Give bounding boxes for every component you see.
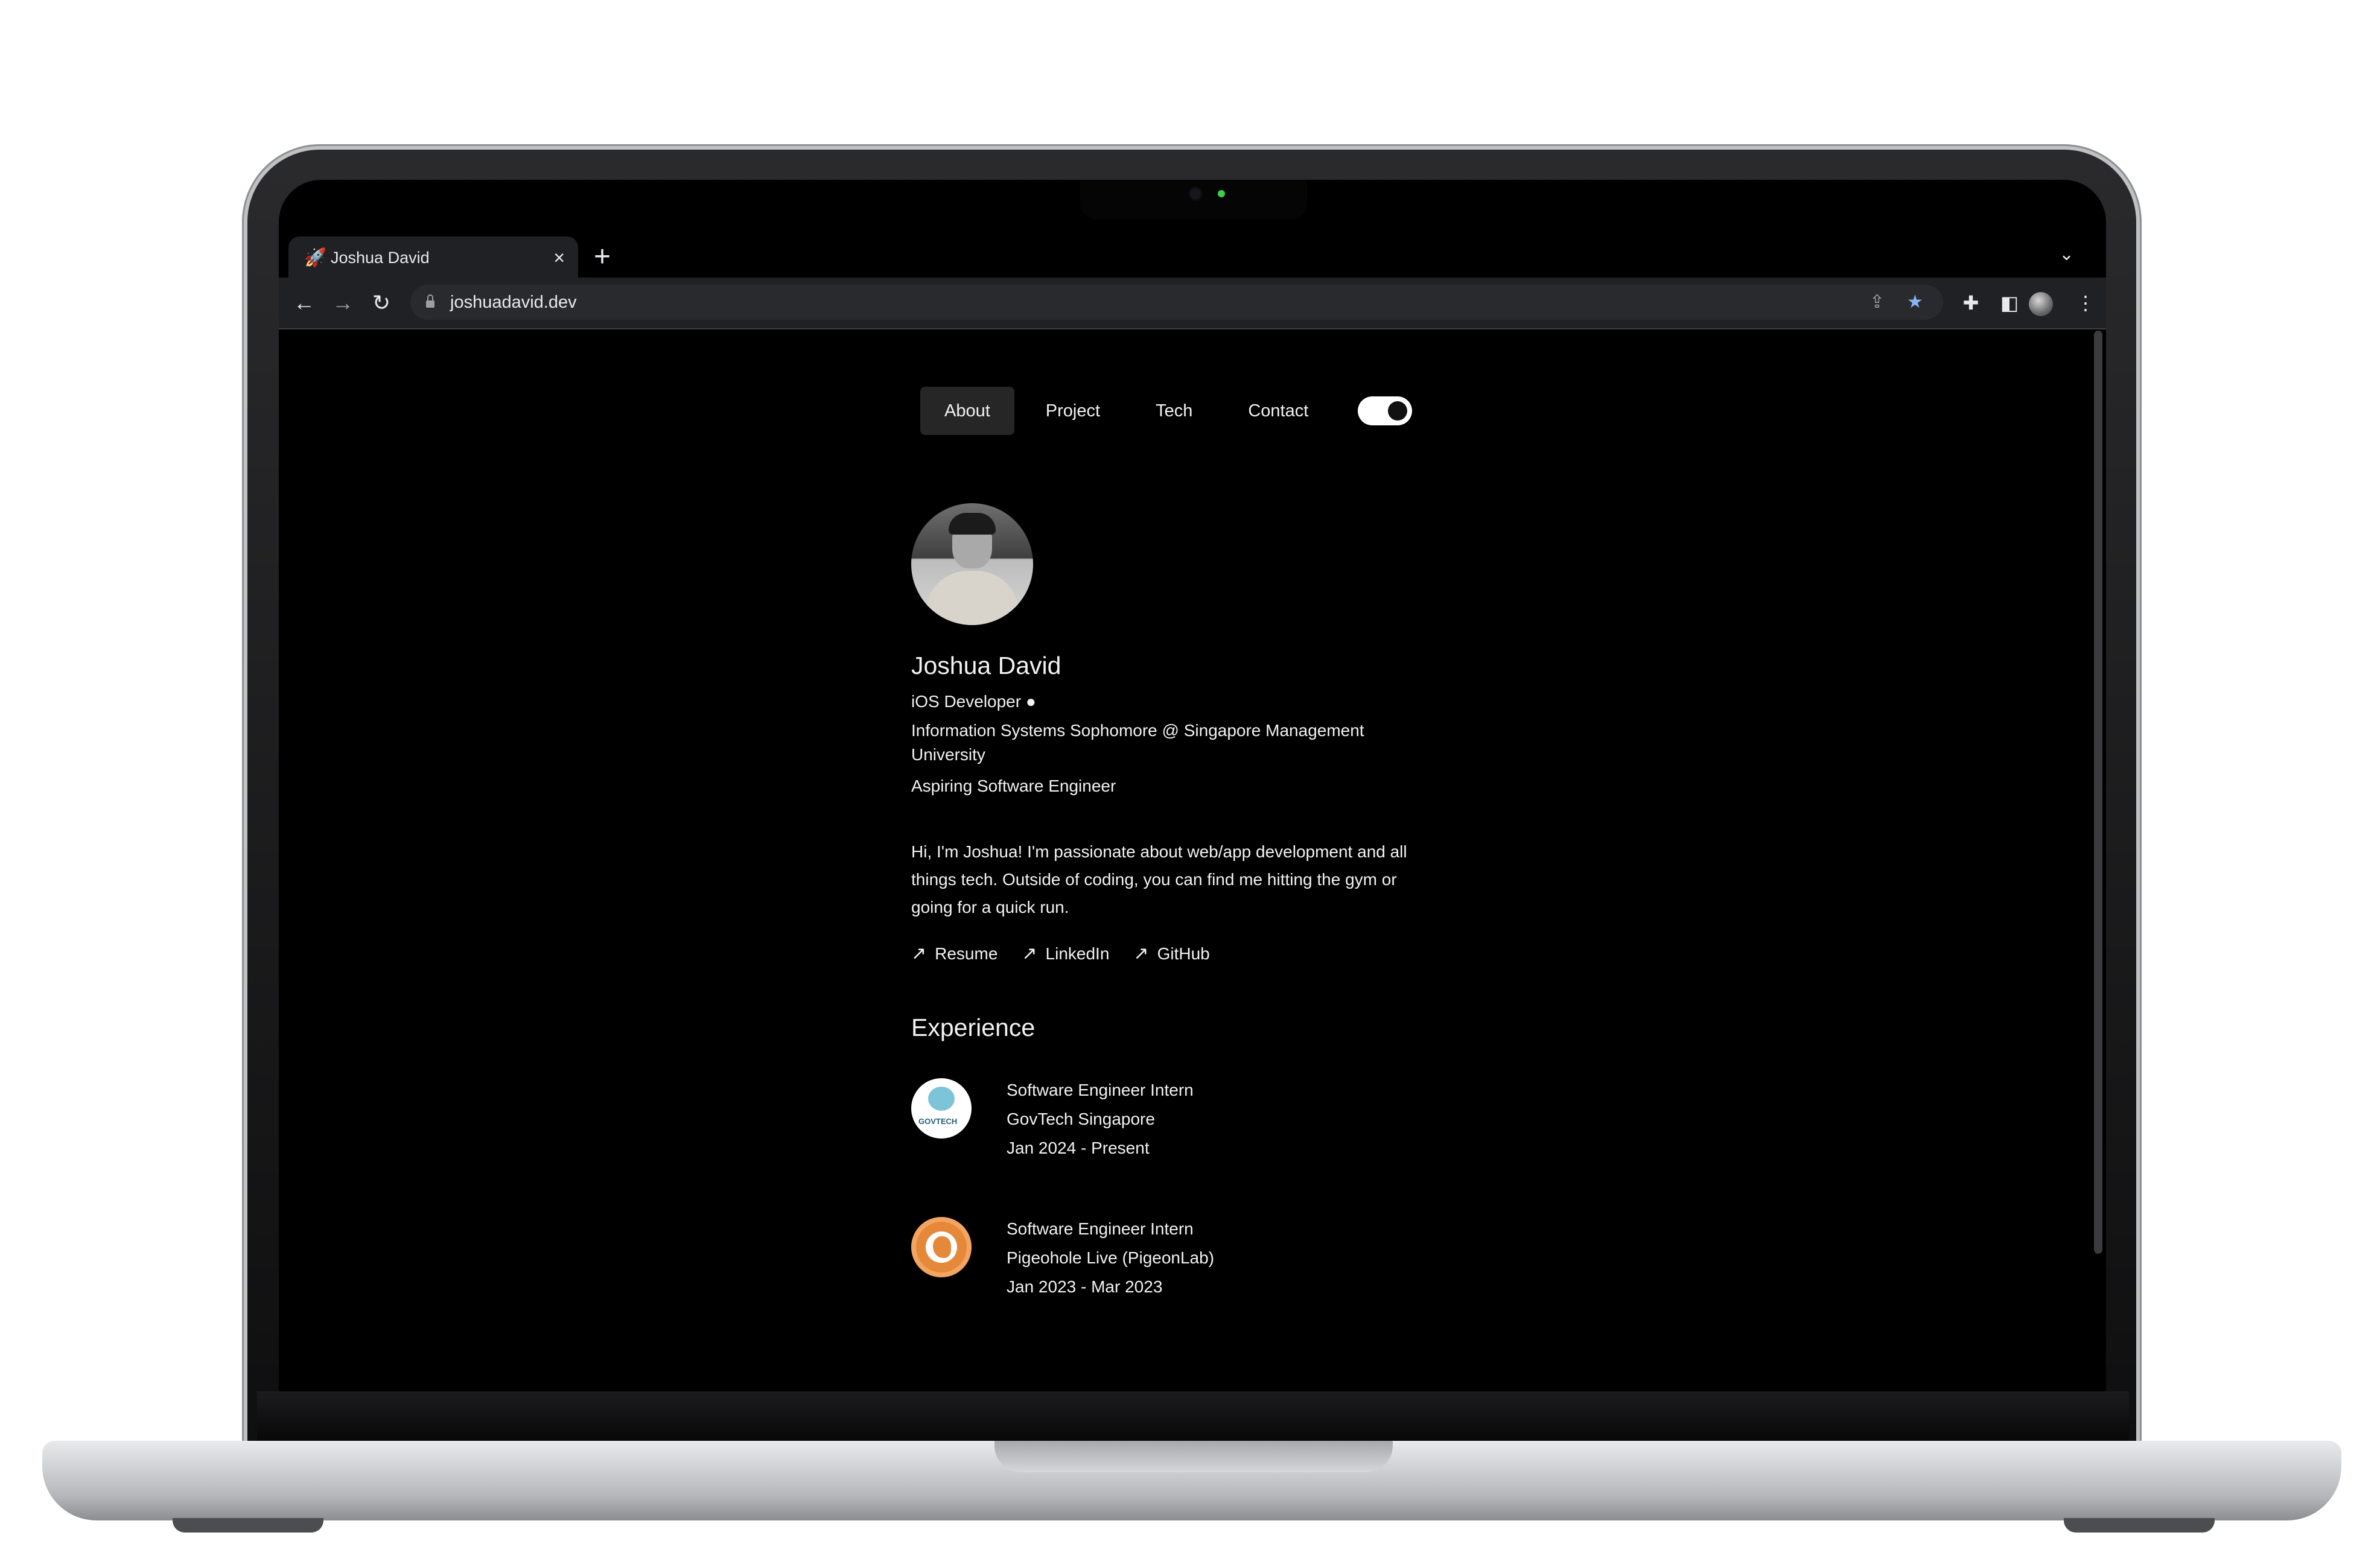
resume-link[interactable]: ↗ Resume	[911, 943, 998, 964]
screen-bottom-bezel	[257, 1391, 2129, 1442]
camera-notch	[1080, 180, 1307, 220]
nav-about[interactable]: About	[920, 387, 1014, 435]
profile-role-text: iOS Developer	[911, 692, 1026, 711]
github-link-label: GitHub	[1157, 944, 1210, 963]
theme-toggle[interactable]	[1358, 396, 1413, 425]
apple-icon: ●	[1025, 692, 1036, 711]
job-dates: Jan 2024 - Present	[1007, 1139, 1150, 1157]
forward-icon[interactable]: →	[326, 286, 360, 320]
arrow-up-right-icon: ↗	[1133, 944, 1149, 964]
tab-title: Joshua David	[331, 248, 430, 267]
bookmark-star-icon[interactable]: ★	[1907, 285, 1923, 320]
linkedin-link-label: LinkedIn	[1045, 944, 1110, 963]
nav-contact[interactable]: Contact	[1224, 387, 1332, 435]
lock-icon	[426, 294, 434, 308]
experience-heading: Experience	[911, 1014, 1036, 1041]
linkedin-link[interactable]: ↗ LinkedIn	[1022, 943, 1109, 964]
rocket-favicon-icon: 🚀	[304, 247, 327, 268]
nav-project[interactable]: Project	[1022, 387, 1124, 435]
profile-education: Information Systems Sophomore @ Singapor…	[911, 721, 1364, 764]
job-role: Software Engineer Intern	[1007, 1081, 1194, 1099]
laptop-opening-lip	[994, 1441, 1393, 1472]
about-section: Joshua David iOS Developer ● Information…	[911, 503, 1442, 1301]
experience-item: GOVTECH Software Engineer Intern GovTech…	[911, 1076, 1442, 1163]
job-company: GovTech Singapore	[1007, 1110, 1155, 1128]
share-icon[interactable]: ⇪	[1869, 285, 1885, 320]
camera-lens	[1190, 188, 1201, 199]
site-nav: About Project Tech Contact	[920, 387, 1413, 435]
close-tab-icon[interactable]: ×	[553, 247, 565, 269]
job-company: Pigeohole Live (PigeonLab)	[1007, 1248, 1215, 1267]
laptop-foot	[2064, 1518, 2215, 1533]
social-links: ↗ Resume ↗ LinkedIn ↗ GitHub	[911, 943, 1442, 964]
more-menu-icon[interactable]: ⋮	[2069, 286, 2102, 320]
side-panel-icon[interactable]: ◧	[1993, 286, 2026, 320]
profile-avatar-icon[interactable]	[2029, 292, 2053, 316]
browser-tab[interactable]: 🚀 Joshua David ×	[288, 237, 578, 279]
job-dates: Jan 2023 - Mar 2023	[1007, 1277, 1163, 1296]
profile-role: iOS Developer ●	[911, 692, 1442, 711]
laptop-foot	[173, 1518, 323, 1533]
address-bar[interactable]: joshuadavid.dev	[410, 285, 1943, 320]
back-icon[interactable]: ←	[287, 286, 321, 320]
tab-search-chevron-icon[interactable]: ⌄	[2059, 244, 2074, 265]
job-role: Software Engineer Intern	[1007, 1219, 1194, 1238]
camera-indicator-light	[1218, 190, 1225, 197]
pigeonhole-logo	[911, 1217, 972, 1277]
new-tab-button[interactable]: +	[594, 239, 611, 275]
url-text[interactable]: joshuadavid.dev	[450, 293, 577, 313]
extensions-puzzle-icon[interactable]: ✚	[1954, 286, 1988, 320]
arrow-up-right-icon: ↗	[911, 944, 927, 964]
arrow-up-right-icon: ↗	[1022, 944, 1037, 964]
nav-tech[interactable]: Tech	[1131, 387, 1217, 435]
github-link[interactable]: ↗ GitHub	[1133, 943, 1209, 964]
reload-icon[interactable]: ↻	[364, 286, 398, 320]
profile-name: Joshua David	[911, 652, 1061, 679]
govtech-logo: GOVTECH	[911, 1078, 972, 1139]
toggle-knob	[1388, 401, 1408, 421]
resume-link-label: Resume	[935, 944, 998, 963]
profile-aspiration: Aspiring Software Engineer	[911, 777, 1116, 795]
profile-bio: Hi, I'm Joshua! I'm passionate about web…	[911, 842, 1407, 916]
experience-item: Software Engineer Intern Pigeohole Live …	[911, 1215, 1442, 1301]
page-scrollbar[interactable]	[2094, 331, 2102, 1254]
profile-photo	[911, 503, 1033, 625]
